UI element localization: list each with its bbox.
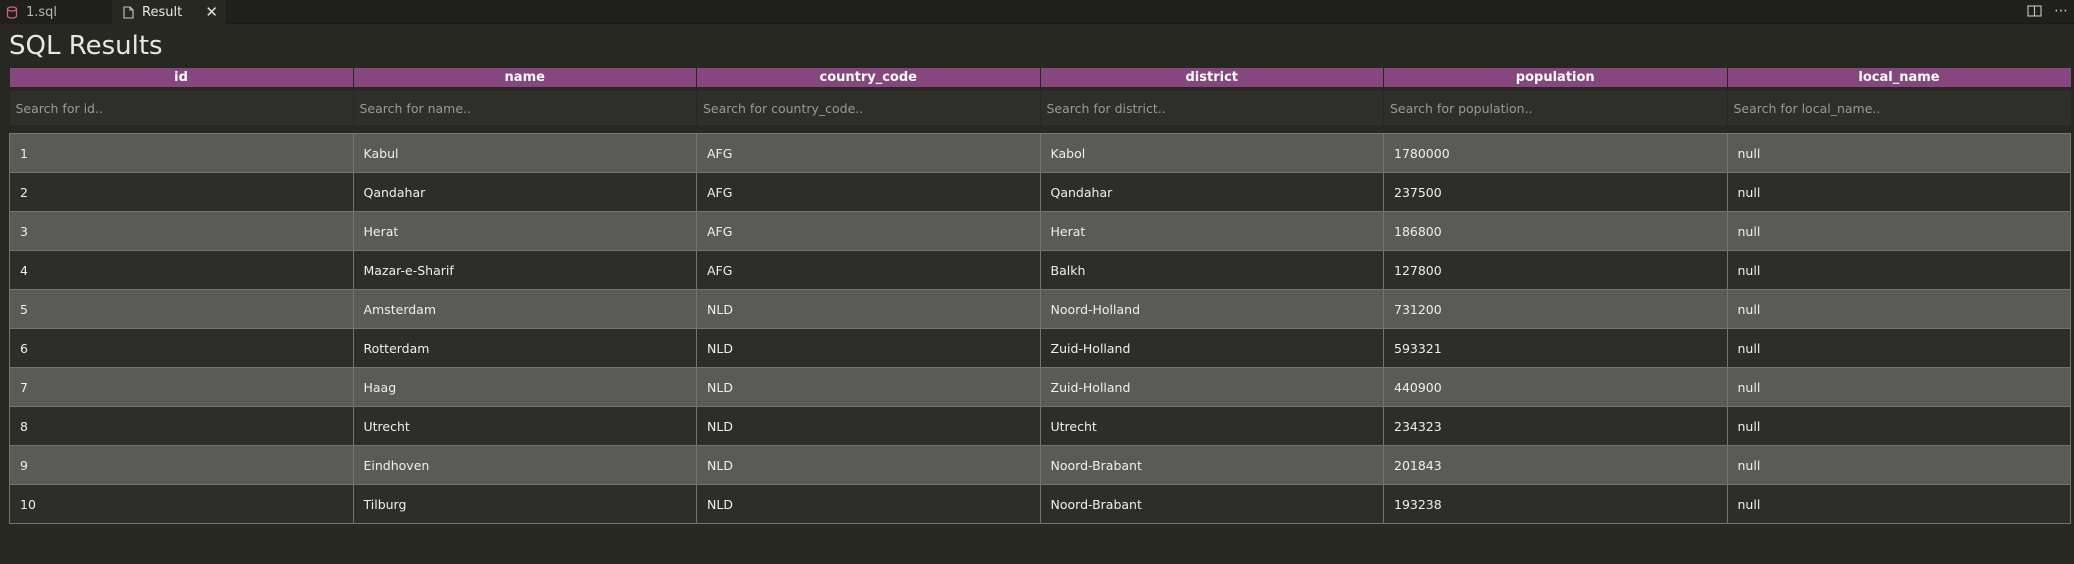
cell-country-code: NLD bbox=[696, 289, 1041, 329]
table-row[interactable]: 7 Haag NLD Zuid-Holland 440900 null bbox=[9, 367, 2071, 407]
cell-population: 127800 bbox=[1383, 250, 1728, 290]
tab-1-sql[interactable]: 1.sql bbox=[0, 0, 112, 24]
cell-local-name: null bbox=[1726, 328, 2071, 368]
search-local-name-input[interactable] bbox=[1727, 91, 2071, 125]
cell-id: 6 bbox=[9, 328, 354, 368]
cell-district: Kabol bbox=[1039, 133, 1384, 173]
cell-country-code: AFG bbox=[696, 211, 1041, 251]
search-name-input[interactable] bbox=[353, 91, 696, 125]
cell-id: 1 bbox=[9, 133, 354, 173]
cell-local-name: null bbox=[1726, 172, 2071, 212]
cell-local-name: null bbox=[1726, 211, 2071, 251]
cell-district: Balkh bbox=[1039, 250, 1384, 290]
cell-country-code: NLD bbox=[696, 328, 1041, 368]
cell-name: Amsterdam bbox=[352, 289, 697, 329]
column-header-population[interactable]: population bbox=[1383, 68, 1727, 87]
table-row[interactable]: 4 Mazar-e-Sharif AFG Balkh 127800 null bbox=[9, 250, 2071, 290]
results-table: id name country_code district population… bbox=[9, 68, 2071, 524]
column-header-country-code[interactable]: country_code bbox=[696, 68, 1040, 87]
table-row[interactable]: 8 Utrecht NLD Utrecht 234323 null bbox=[9, 406, 2071, 446]
table-row[interactable]: 2 Qandahar AFG Qandahar 237500 null bbox=[9, 172, 2071, 212]
cell-population: 440900 bbox=[1383, 367, 1728, 407]
cell-district: Noord-Brabant bbox=[1039, 445, 1384, 485]
editor-actions: ⋯ bbox=[2027, 3, 2068, 19]
cell-population: 237500 bbox=[1383, 172, 1728, 212]
cell-name: Herat bbox=[352, 211, 697, 251]
close-icon[interactable]: ✕ bbox=[205, 3, 218, 21]
cell-country-code: AFG bbox=[696, 133, 1041, 173]
tab-label: Result bbox=[142, 4, 183, 20]
search-country-code-input[interactable] bbox=[697, 91, 1040, 125]
table-row[interactable]: 6 Rotterdam NLD Zuid-Holland 593321 null bbox=[9, 328, 2071, 368]
file-icon bbox=[120, 4, 136, 20]
cell-id: 10 bbox=[9, 484, 354, 524]
cell-country-code: NLD bbox=[696, 445, 1041, 485]
cell-name: Kabul bbox=[352, 133, 697, 173]
header-row: id name country_code district population… bbox=[9, 68, 2071, 87]
cell-id: 9 bbox=[9, 445, 354, 485]
cell-district: Zuid-Holland bbox=[1039, 367, 1384, 407]
table-row[interactable]: 10 Tilburg NLD Noord-Brabant 193238 null bbox=[9, 484, 2071, 524]
filter-row bbox=[9, 91, 2071, 125]
cell-local-name: null bbox=[1726, 289, 2071, 329]
cell-name: Mazar-e-Sharif bbox=[352, 250, 697, 290]
cell-population: 1780000 bbox=[1383, 133, 1728, 173]
tab-label: 1.sql bbox=[26, 4, 58, 20]
search-district-input[interactable] bbox=[1040, 91, 1383, 125]
cell-local-name: null bbox=[1726, 133, 2071, 173]
open-preview-icon[interactable] bbox=[2027, 3, 2042, 19]
cell-country-code: NLD bbox=[696, 367, 1041, 407]
cell-district: Utrecht bbox=[1039, 406, 1384, 446]
page-title: SQL Results bbox=[9, 31, 163, 61]
cell-country-code: NLD bbox=[696, 484, 1041, 524]
table-row[interactable]: 5 Amsterdam NLD Noord-Holland 731200 nul… bbox=[9, 289, 2071, 329]
cell-district: Herat bbox=[1039, 211, 1384, 251]
database-icon bbox=[4, 4, 20, 20]
cell-district: Noord-Holland bbox=[1039, 289, 1384, 329]
table-row[interactable]: 3 Herat AFG Herat 186800 null bbox=[9, 211, 2071, 251]
cell-population: 186800 bbox=[1383, 211, 1728, 251]
cell-name: Haag bbox=[352, 367, 697, 407]
tab-bar: 1.sql Result ✕ ⋯ bbox=[0, 0, 2074, 24]
cell-country-code: AFG bbox=[696, 172, 1041, 212]
cell-name: Rotterdam bbox=[352, 328, 697, 368]
cell-id: 7 bbox=[9, 367, 354, 407]
cell-local-name: null bbox=[1726, 367, 2071, 407]
cell-name: Qandahar bbox=[352, 172, 697, 212]
cell-name: Utrecht bbox=[352, 406, 697, 446]
cell-district: Qandahar bbox=[1039, 172, 1384, 212]
cell-district: Noord-Brabant bbox=[1039, 484, 1384, 524]
cell-population: 201843 bbox=[1383, 445, 1728, 485]
cell-local-name: null bbox=[1726, 406, 2071, 446]
column-header-local-name[interactable]: local_name bbox=[1726, 68, 2071, 87]
table-row[interactable]: 1 Kabul AFG Kabol 1780000 null bbox=[9, 133, 2071, 173]
cell-population: 193238 bbox=[1383, 484, 1728, 524]
search-id-input[interactable] bbox=[9, 91, 353, 125]
cell-local-name: null bbox=[1726, 250, 2071, 290]
tab-result[interactable]: Result ✕ bbox=[112, 0, 226, 24]
cell-district: Zuid-Holland bbox=[1039, 328, 1384, 368]
cell-name: Tilburg bbox=[352, 484, 697, 524]
cell-local-name: null bbox=[1726, 484, 2071, 524]
cell-population: 593321 bbox=[1383, 328, 1728, 368]
cell-id: 5 bbox=[9, 289, 354, 329]
cell-name: Eindhoven bbox=[352, 445, 697, 485]
table-row[interactable]: 9 Eindhoven NLD Noord-Brabant 201843 nul… bbox=[9, 445, 2071, 485]
cell-population: 234323 bbox=[1383, 406, 1728, 446]
cell-id: 3 bbox=[9, 211, 354, 251]
column-header-district[interactable]: district bbox=[1039, 68, 1384, 87]
cell-country-code: NLD bbox=[696, 406, 1041, 446]
column-header-name[interactable]: name bbox=[352, 68, 697, 87]
cell-population: 731200 bbox=[1383, 289, 1728, 329]
cell-id: 2 bbox=[9, 172, 354, 212]
cell-country-code: AFG bbox=[696, 250, 1041, 290]
more-actions-icon[interactable]: ⋯ bbox=[2054, 3, 2068, 19]
cell-local-name: null bbox=[1726, 445, 2071, 485]
cell-id: 4 bbox=[9, 250, 354, 290]
cell-id: 8 bbox=[9, 406, 354, 446]
column-header-id[interactable]: id bbox=[9, 68, 353, 87]
search-population-input[interactable] bbox=[1384, 91, 1727, 125]
